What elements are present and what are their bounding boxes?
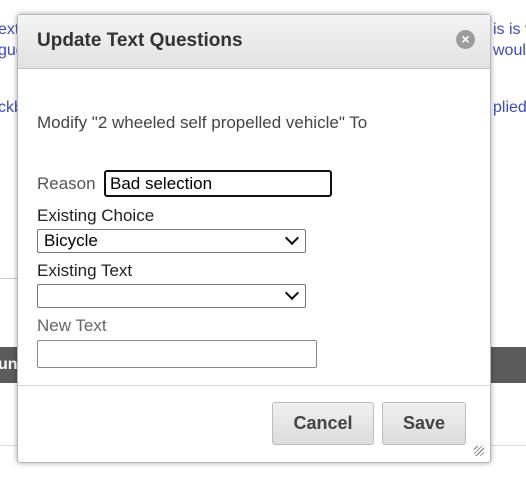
existing-text-select[interactable] bbox=[37, 284, 306, 308]
new-text-label: New Text bbox=[37, 316, 107, 335]
save-button[interactable]: Save bbox=[382, 402, 466, 445]
background-text: is is v bbox=[493, 21, 526, 38]
chevron-down-icon bbox=[284, 285, 300, 301]
footer-divider bbox=[18, 385, 490, 386]
existing-text-label: Existing Text bbox=[37, 261, 133, 280]
background-divider bbox=[0, 445, 18, 446]
reason-label: Reason bbox=[37, 174, 96, 193]
resize-grip-icon[interactable] bbox=[474, 446, 484, 456]
existing-choice-value: Bicycle bbox=[44, 231, 98, 250]
chevron-down-icon bbox=[284, 230, 300, 246]
background-text: plied bbox=[493, 99, 526, 116]
dialog-prompt: Modify "2 wheeled self propelled vehicle… bbox=[37, 113, 368, 132]
dialog-titlebar[interactable]: Update Text Questions × bbox=[18, 15, 490, 69]
new-text-input[interactable] bbox=[37, 340, 317, 368]
update-text-questions-dialog: Update Text Questions × Modify "2 wheele… bbox=[17, 14, 491, 463]
cancel-button[interactable]: Cancel bbox=[272, 402, 374, 445]
existing-choice-label: Existing Choice bbox=[37, 206, 155, 225]
background-band bbox=[491, 347, 526, 383]
dialog-title: Update Text Questions bbox=[37, 30, 243, 51]
reason-input[interactable] bbox=[104, 170, 332, 197]
existing-choice-select[interactable]: Bicycle bbox=[37, 229, 306, 253]
close-icon[interactable]: × bbox=[456, 30, 475, 49]
background-text: would bbox=[493, 42, 526, 59]
background-divider bbox=[491, 445, 526, 446]
background-divider bbox=[0, 278, 18, 279]
